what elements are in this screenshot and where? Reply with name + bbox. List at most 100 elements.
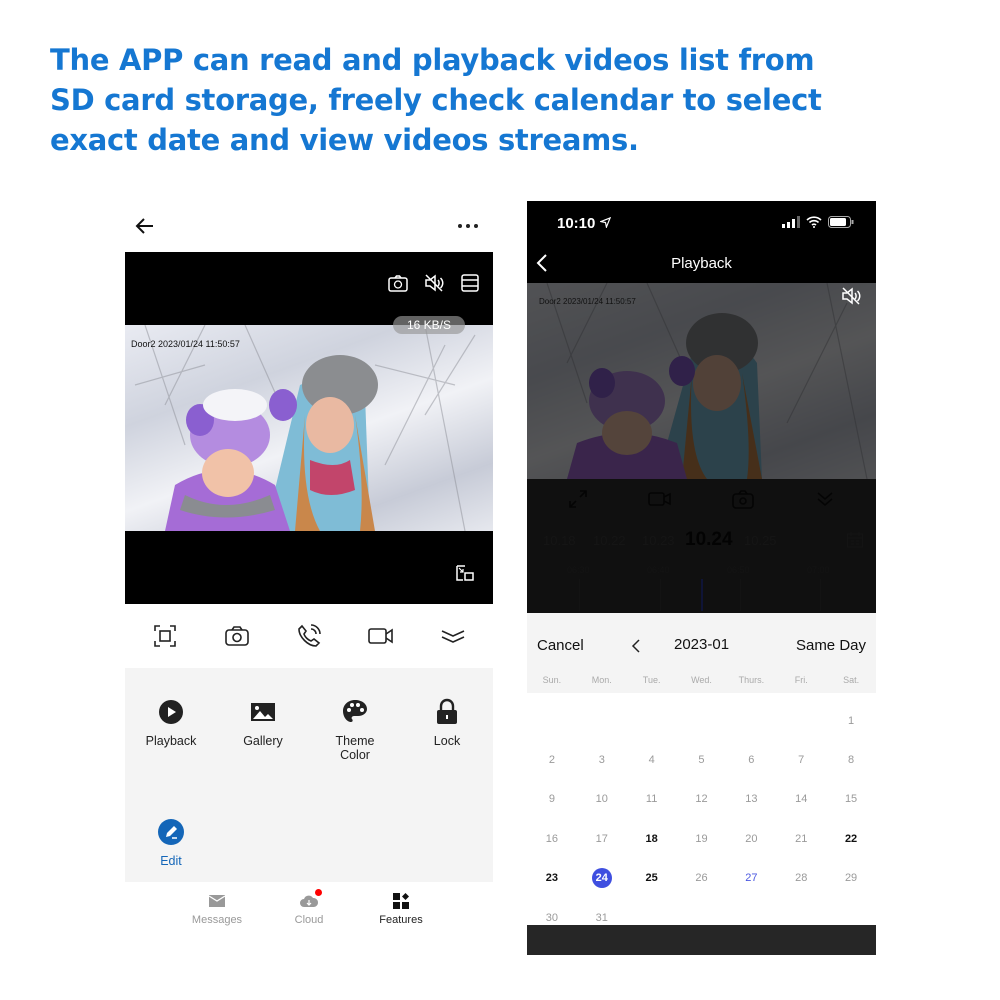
calendar-day[interactable]: 6 — [726, 740, 776, 779]
calendar-day[interactable]: 17 — [577, 819, 627, 858]
feature-theme-color[interactable]: Theme Color — [309, 698, 401, 762]
cancel-button[interactable]: Cancel — [537, 637, 584, 654]
mute-icon[interactable] — [840, 285, 862, 307]
calendar-day-with-recording[interactable]: 23 — [527, 859, 577, 898]
calendar-day-today[interactable]: 27 — [726, 859, 776, 898]
calendar-day[interactable]: 4 — [627, 740, 677, 779]
day-number: 29 — [844, 872, 858, 885]
feature-label: Playback — [145, 734, 197, 748]
day-number: 25 — [645, 872, 658, 885]
calendar-day[interactable]: 29 — [826, 859, 876, 898]
feature-label: Lock — [433, 734, 461, 748]
calendar-day-with-recording[interactable]: 25 — [627, 859, 677, 898]
calendar-day-with-recording[interactable]: 18 — [627, 819, 677, 858]
headline: The APP can read and playback videos lis… — [50, 40, 950, 160]
feature-label: Gallery — [243, 734, 283, 748]
day-number: 12 — [695, 793, 708, 806]
tab-messages[interactable]: Messages — [191, 892, 243, 940]
status-time: 10:10 — [557, 215, 611, 232]
status-time-text: 10:10 — [557, 215, 596, 232]
date-item[interactable]: 10.18 — [543, 533, 576, 548]
feature-lock[interactable]: Lock — [401, 698, 493, 748]
calendar-day[interactable]: 19 — [677, 819, 727, 858]
collapse-icon[interactable] — [439, 622, 467, 650]
calendar-empty-cell — [577, 701, 627, 740]
calendar-day[interactable]: 2 — [527, 740, 577, 779]
day-number: 17 — [595, 832, 608, 845]
double-chevron-down-icon[interactable] — [813, 487, 837, 511]
camera-switch-icon[interactable] — [387, 272, 409, 294]
layout-icon[interactable] — [459, 272, 481, 294]
date-item-active[interactable]: 10.24 — [685, 529, 733, 551]
feature-label-line: Color — [340, 748, 370, 762]
playback-video[interactable] — [527, 283, 876, 479]
date-item[interactable]: 10.25 — [744, 533, 777, 548]
calendar-day[interactable]: 28 — [776, 859, 826, 898]
expand-icon[interactable] — [566, 487, 590, 511]
tab-features[interactable]: Features — [375, 892, 427, 940]
calendar-day[interactable]: 3 — [577, 740, 627, 779]
feature-playback[interactable]: Playback — [125, 698, 217, 748]
calendar-day[interactable]: 13 — [726, 780, 776, 819]
feature-edit[interactable]: Edit — [125, 818, 217, 868]
calendar-day[interactable]: 14 — [776, 780, 826, 819]
feature-gallery[interactable]: Gallery — [217, 698, 309, 748]
day-number: 13 — [745, 793, 758, 806]
live-video[interactable]: Door2 2023/01/24 11:50:57 16 KB/S — [125, 252, 493, 604]
calendar-day-selected[interactable]: 24 — [577, 859, 627, 898]
day-number: 30 — [545, 911, 559, 924]
calendar-day[interactable]: 10 — [577, 780, 627, 819]
weekday-label: Wed. — [691, 675, 712, 685]
calendar-day[interactable]: 26 — [677, 859, 727, 898]
same-day-button[interactable]: Same Day — [796, 637, 866, 654]
tab-cloud[interactable]: Cloud — [283, 889, 335, 940]
calendar-day[interactable]: 12 — [677, 780, 727, 819]
calendar-day[interactable]: 1 — [826, 701, 876, 740]
playback-screen: 10:10 Playback 10.18 10.22 10.23 10.24 1… — [527, 201, 876, 955]
day-number: 23 — [545, 872, 559, 885]
screenshot-frame-icon[interactable] — [151, 622, 179, 650]
calendar-day[interactable]: 8 — [826, 740, 876, 779]
weekday-label: Sat. — [843, 675, 860, 685]
features-panel: Playback Gallery Theme Color Lock Edit — [125, 668, 493, 882]
palette-icon — [341, 698, 369, 726]
mute-icon[interactable] — [423, 272, 445, 294]
day-number: 26 — [695, 872, 708, 885]
video-record-icon[interactable] — [367, 622, 395, 650]
date-item[interactable]: 10.22 — [593, 533, 626, 548]
calendar-day[interactable]: 21 — [776, 819, 826, 858]
camera-icon[interactable] — [223, 622, 251, 650]
video-record-icon[interactable] — [648, 487, 672, 511]
calendar-day[interactable]: 15 — [826, 780, 876, 819]
calendar-icon[interactable] — [846, 531, 864, 549]
calendar-day[interactable]: 7 — [776, 740, 826, 779]
call-icon[interactable] — [295, 622, 323, 650]
battery-icon — [828, 216, 854, 228]
calendar-day[interactable]: 16 — [527, 819, 577, 858]
calendar-day[interactable]: 5 — [677, 740, 727, 779]
ellipsis-icon[interactable] — [455, 216, 481, 236]
cloud-icon — [299, 889, 322, 910]
status-bar: 10:10 — [527, 201, 876, 245]
chevron-left-icon[interactable] — [630, 637, 642, 655]
arrow-left-icon[interactable] — [133, 214, 157, 238]
weekday-label: Mon. — [591, 675, 612, 685]
calendar-day-with-recording[interactable]: 22 — [826, 819, 876, 858]
day-number: 14 — [795, 793, 808, 806]
camera-icon[interactable] — [731, 487, 755, 511]
calendar-day[interactable]: 9 — [527, 780, 577, 819]
timeline-label: 06:40 — [647, 565, 670, 575]
date-item[interactable]: 10.23 — [642, 533, 675, 548]
timeline-tick — [740, 579, 741, 611]
feature-label-line: Theme — [335, 734, 375, 748]
day-number: 28 — [795, 872, 808, 885]
calendar-empty-cell — [726, 701, 776, 740]
timeline-cursor[interactable] — [701, 579, 703, 611]
calendar-day[interactable]: 20 — [726, 819, 776, 858]
tab-label: Messages — [191, 914, 243, 926]
day-number: 4 — [648, 754, 655, 767]
calendar-empty-cell — [627, 701, 677, 740]
picture-in-picture-icon[interactable] — [455, 564, 475, 582]
day-number: 3 — [598, 754, 605, 767]
calendar-day[interactable]: 11 — [627, 780, 677, 819]
